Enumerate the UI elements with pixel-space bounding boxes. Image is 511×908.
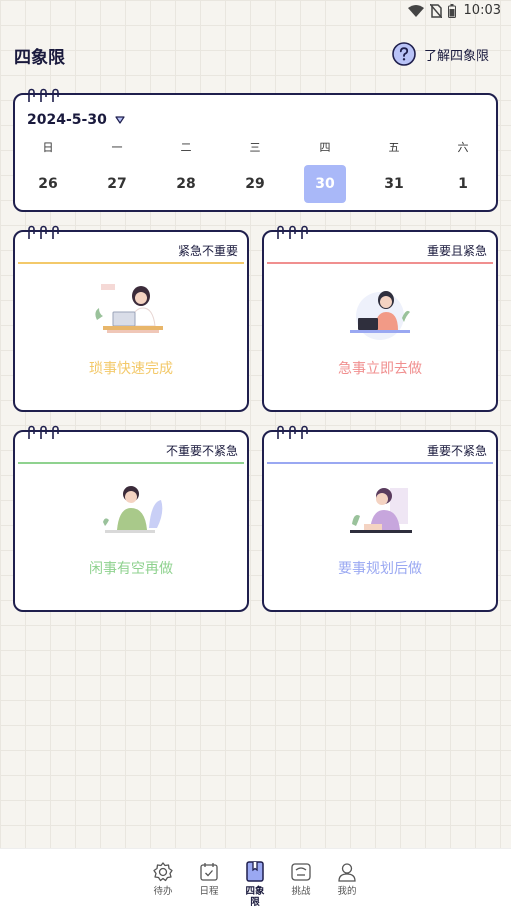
weekday-label: 六 bbox=[457, 141, 469, 154]
woman-relaxing-illustration bbox=[103, 486, 163, 533]
date-cell[interactable]: 27 bbox=[96, 165, 138, 203]
quadrant-not-important-not-urgent[interactable]: 不重要不紧急 闲事有空再做 bbox=[13, 425, 249, 612]
ring-icon bbox=[52, 425, 59, 439]
quadrant-divider bbox=[18, 462, 244, 464]
ring-icon bbox=[301, 425, 308, 439]
ring-icon bbox=[40, 425, 47, 439]
quadrant-divider bbox=[267, 462, 493, 464]
quadrant-slogan: 闲事有空再做 bbox=[89, 561, 173, 577]
quadrant-divider bbox=[18, 262, 244, 264]
ring-icon bbox=[277, 225, 284, 239]
ring-icon bbox=[289, 425, 296, 439]
ring-icon bbox=[28, 88, 35, 102]
binder-rings bbox=[27, 225, 60, 240]
weekday-label: 二 bbox=[180, 141, 192, 154]
gear-icon bbox=[153, 862, 173, 882]
ring-icon bbox=[40, 88, 47, 102]
no-sim-icon bbox=[429, 3, 442, 18]
bottom-nav: 待办 日程 四象限 挑战 我的 bbox=[0, 848, 511, 908]
binder-rings bbox=[27, 425, 60, 440]
quadrant-divider bbox=[267, 262, 493, 264]
quadrant-title: 重要且紧急 bbox=[426, 244, 487, 258]
binder-rings bbox=[27, 88, 60, 103]
quadrant-title: 紧急不重要 bbox=[177, 244, 238, 258]
ring-icon bbox=[52, 88, 59, 102]
help-link[interactable]: 了解四象限 bbox=[392, 42, 489, 66]
ring-icon bbox=[289, 225, 296, 239]
nav-label: 挑战 bbox=[291, 886, 311, 897]
challenge-icon bbox=[291, 863, 311, 881]
wifi-icon bbox=[407, 4, 424, 17]
woman-at-laptop-illustration bbox=[95, 284, 163, 333]
nav-item-todo[interactable]: 待办 bbox=[143, 861, 183, 897]
quadrant-slogan: 要事规划后做 bbox=[338, 561, 422, 577]
weekday-label: 一 bbox=[111, 141, 123, 154]
question-circle-icon bbox=[392, 42, 416, 66]
quadrant-slogan: 琐事快速完成 bbox=[89, 361, 173, 377]
nav-item-challenge[interactable]: 挑战 bbox=[281, 861, 321, 897]
quadrant-important-urgent[interactable]: 重要且紧急 急事立即去做 bbox=[262, 225, 498, 412]
status-bar: 10:03 bbox=[0, 0, 511, 24]
quadrant-title: 重要不紧急 bbox=[426, 444, 487, 458]
weekday-label: 三 bbox=[249, 141, 261, 154]
calendar-check-icon bbox=[200, 863, 218, 881]
nav-item-me[interactable]: 我的 bbox=[327, 861, 367, 897]
quadrant-important-not-urgent[interactable]: 重要不紧急 要事规划后做 bbox=[262, 425, 498, 612]
quadrant-slogan: 急事立即去做 bbox=[338, 361, 422, 377]
ring-icon bbox=[277, 425, 284, 439]
weekday-label: 五 bbox=[388, 141, 400, 154]
battery-icon bbox=[447, 3, 456, 18]
page-title: 四象限 bbox=[14, 48, 65, 68]
current-date: 2024-5-30 bbox=[27, 112, 107, 128]
user-icon bbox=[338, 863, 356, 882]
woman-on-phone-illustration bbox=[350, 291, 410, 340]
help-label: 了解四象限 bbox=[423, 48, 489, 64]
nav-label: 日程 bbox=[199, 886, 219, 897]
date-cell[interactable]: 28 bbox=[165, 165, 207, 203]
woman-planning-illustration bbox=[350, 488, 412, 533]
nav-label: 我的 bbox=[337, 886, 357, 897]
binder-rings bbox=[276, 425, 309, 440]
date-cell[interactable]: 26 bbox=[27, 165, 69, 203]
nav-label: 待办 bbox=[153, 886, 173, 897]
ring-icon bbox=[52, 225, 59, 239]
ring-icon bbox=[301, 225, 308, 239]
dropdown-triangle-icon bbox=[115, 116, 125, 124]
date-picker[interactable]: 2024-5-30 bbox=[27, 112, 125, 128]
binder-rings bbox=[276, 225, 309, 240]
ring-icon bbox=[40, 225, 47, 239]
calendar-card: 2024-5-30 日 一 二 三 四 五 六 26 27 28 29 30 3… bbox=[13, 88, 498, 212]
bookmark-icon bbox=[246, 861, 264, 882]
quadrant-urgent-not-important[interactable]: 紧急不重要 琐事快速完成 bbox=[13, 225, 249, 412]
quadrant-title: 不重要不紧急 bbox=[165, 444, 238, 458]
date-cell[interactable]: 31 bbox=[373, 165, 415, 203]
status-icons: 10:03 bbox=[407, 3, 501, 18]
date-cell[interactable]: 29 bbox=[234, 165, 276, 203]
nav-label: 四象限 bbox=[245, 886, 265, 908]
date-cell[interactable]: 30 bbox=[304, 165, 346, 203]
status-time: 10:03 bbox=[463, 3, 501, 18]
nav-item-quadrant[interactable]: 四象限 bbox=[235, 861, 275, 908]
weekday-label: 四 bbox=[319, 141, 331, 154]
ring-icon bbox=[28, 225, 35, 239]
nav-item-schedule[interactable]: 日程 bbox=[189, 861, 229, 897]
weekday-label: 日 bbox=[42, 141, 54, 154]
date-cell[interactable]: 1 bbox=[442, 165, 484, 203]
ring-icon bbox=[28, 425, 35, 439]
